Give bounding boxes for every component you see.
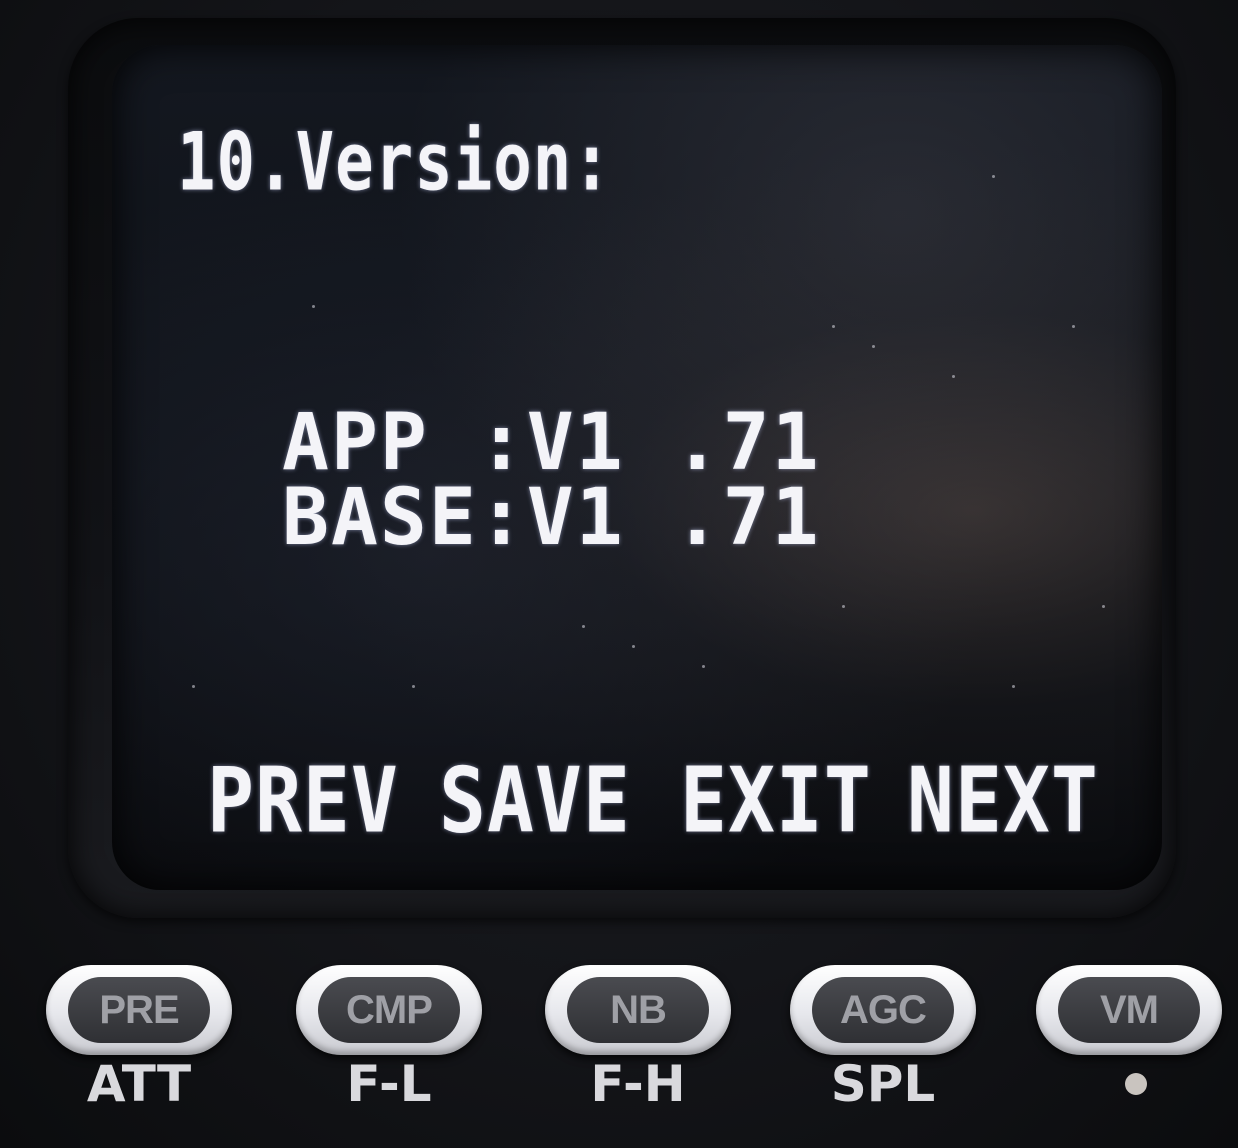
vm-button[interactable]: VM xyxy=(1036,965,1222,1055)
base-version-line: BASE:V1 .71 xyxy=(282,473,821,563)
f-l-label: F-L xyxy=(346,1055,432,1113)
nb-button[interactable]: NB xyxy=(545,965,731,1055)
vm-indicator-dot xyxy=(1125,1073,1147,1095)
agc-button-label: AGC xyxy=(840,987,927,1032)
pre-button-label: PRE xyxy=(99,987,179,1032)
menu-title: 10.Version: xyxy=(177,117,612,210)
radio-front-panel: 10.Version: APP :V1 .71 BASE:V1 .71 PREV… xyxy=(0,0,1238,1148)
softkey-save[interactable]: SAVE xyxy=(439,750,631,854)
app-version-line: APP :V1 .71 xyxy=(282,398,821,488)
cmp-button[interactable]: CMP xyxy=(296,965,482,1055)
nb-button-label: NB xyxy=(610,987,667,1032)
vm-button-face: VM xyxy=(1058,977,1200,1043)
agc-button[interactable]: AGC xyxy=(790,965,976,1055)
f-h-label: F-H xyxy=(590,1055,686,1113)
nb-button-face: NB xyxy=(567,977,709,1043)
softkey-next[interactable]: NEXT xyxy=(907,750,1099,854)
pre-button[interactable]: PRE xyxy=(46,965,232,1055)
softkey-exit[interactable]: EXIT xyxy=(680,750,872,854)
lcd-screen: 10.Version: APP :V1 .71 BASE:V1 .71 PREV… xyxy=(112,45,1162,890)
cmp-button-face: CMP xyxy=(318,977,460,1043)
pre-button-face: PRE xyxy=(68,977,210,1043)
att-label: ATT xyxy=(86,1055,192,1113)
softkey-prev[interactable]: PREV xyxy=(207,750,399,854)
vm-button-label: VM xyxy=(1100,987,1159,1032)
agc-button-face: AGC xyxy=(812,977,954,1043)
cmp-button-label: CMP xyxy=(346,987,433,1032)
spl-label: SPL xyxy=(830,1055,936,1113)
